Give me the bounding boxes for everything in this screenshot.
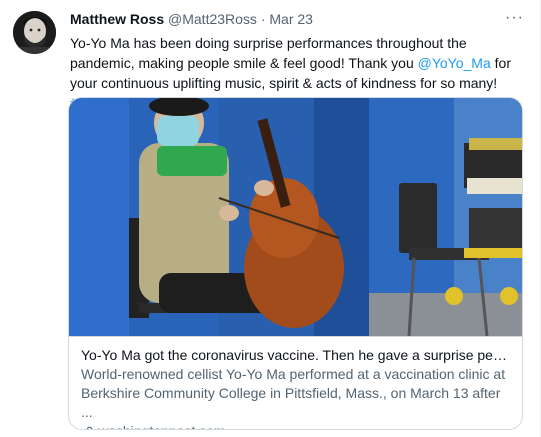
avatar[interactable] (13, 11, 56, 54)
card-title[interactable]: Yo-Yo Ma got the coronavirus vaccine. Th… (81, 346, 510, 365)
card-description: World-renowned cellist Yo-Yo Ma performe… (81, 366, 506, 420)
link-icon (86, 426, 93, 429)
card-text[interactable]: Yo-Yo Ma got the coronavirus vaccine. Th… (69, 336, 522, 429)
card-domain[interactable]: washingtonpost.com (81, 422, 510, 429)
separator: · (260, 11, 266, 27)
author-name[interactable]: Matthew Ross (70, 11, 164, 27)
mention-link[interactable]: @YoYo_Ma (418, 55, 491, 71)
author-handle[interactable]: @Matt23Ross (168, 11, 257, 27)
link-card[interactable]: Yo-Yo Ma got the coronavirus vaccine. Th… (68, 97, 523, 430)
tweet-text-part: Yo-Yo Ma has been doing surprise perform… (70, 35, 467, 71)
more-options-icon[interactable]: ··· (505, 9, 524, 27)
tweet[interactable]: Matthew Ross @Matt23Ross · Mar 23 ··· Yo… (0, 0, 541, 437)
card-domain-label: washingtonpost.com (98, 422, 226, 429)
tweet-date[interactable]: Mar 23 (269, 11, 313, 27)
tweet-header: Matthew Ross @Matt23Ross · Mar 23 (70, 10, 520, 28)
card-image[interactable] (69, 98, 522, 336)
